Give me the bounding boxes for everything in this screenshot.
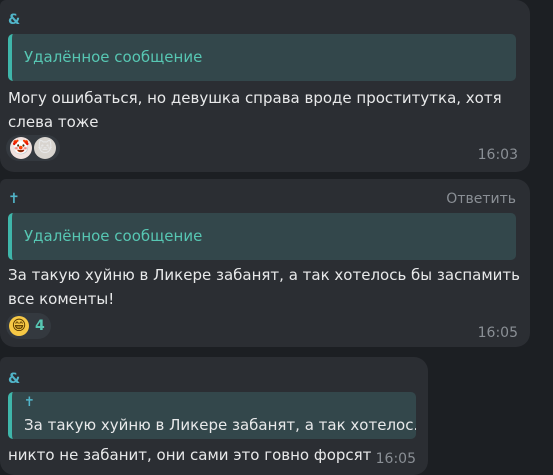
message-bubble[interactable]: & Удалённое сообщение Могу ошибаться, но… <box>0 0 530 172</box>
reaction-count: 4 <box>35 318 45 334</box>
message-text-line: все коменты! <box>8 290 115 308</box>
reply-quote[interactable]: Удалённое сообщение <box>8 213 516 260</box>
reaction-pill[interactable]: 😁 4 <box>6 313 51 339</box>
quote-text: Удалённое сообщение <box>24 48 203 66</box>
message-bubble[interactable]: ✝ Ответить Удалённое сообщение За такую … <box>0 179 530 347</box>
message-text: За такую хуйню в Ликере забанят, а так х… <box>8 263 520 311</box>
reply-quote[interactable]: ✝ За такую хуйню в Ликере забанят, а так… <box>8 392 416 439</box>
chat-area: & Удалённое сообщение Могу ошибаться, но… <box>0 0 553 475</box>
reply-button[interactable]: Ответить <box>446 191 516 207</box>
grinning-face-icon: 😁 <box>9 316 29 336</box>
quote-author: ✝ <box>24 395 35 410</box>
grinning-face-glyph: 😁 <box>11 318 27 334</box>
message-text: Могу ошибаться, но девушка справа вроде … <box>8 86 502 134</box>
message-time: 16:05 <box>375 451 416 467</box>
message-bubble[interactable]: & ✝ За такую хуйню в Ликере забанят, а т… <box>0 357 428 475</box>
message-text: никто не забанит, они сами это говно фор… <box>8 446 372 464</box>
cat-avatar: 🐱 <box>34 137 56 159</box>
message-text-line: Могу ошибаться, но девушка справа вроде … <box>8 89 502 107</box>
quote-text: Удалённое сообщение <box>24 227 203 245</box>
sender-name[interactable]: & <box>8 371 20 387</box>
message-time: 16:05 <box>477 325 518 341</box>
reaction-pill[interactable]: 🤡 🐱 <box>6 135 60 161</box>
clown-emoji-icon: 🤡 <box>10 137 32 159</box>
message-text-line: слева тоже <box>8 113 99 131</box>
reply-quote[interactable]: Удалённое сообщение <box>8 34 516 81</box>
message-text-line: За такую хуйню в Ликере забанят, а так х… <box>8 266 520 284</box>
message-time: 16:03 <box>477 147 518 163</box>
sender-name[interactable]: ✝ <box>8 191 20 207</box>
sender-name[interactable]: & <box>8 12 20 28</box>
quote-text: За такую хуйню в Ликере забанят, а так х… <box>24 416 416 434</box>
